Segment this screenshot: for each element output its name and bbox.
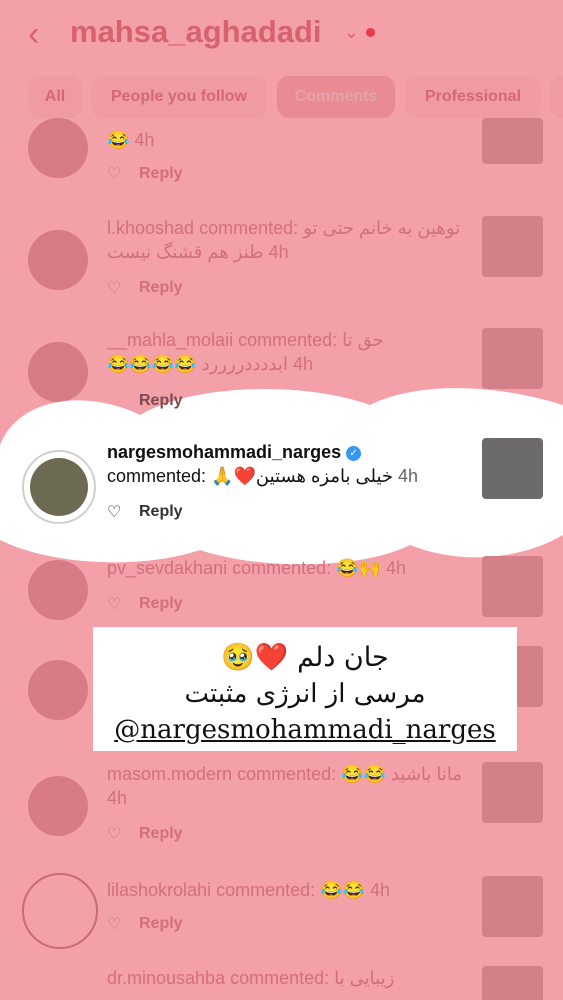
reply-button[interactable]: Reply xyxy=(139,503,183,521)
verified-badge-icon: ✓ xyxy=(346,445,362,461)
comment-username[interactable]: __mahla_molaii xyxy=(107,330,233,350)
comment-body: زیبایی با xyxy=(334,968,395,988)
filter-tabs: All People you follow Comments Professio… xyxy=(0,76,563,118)
comment-time: 4h xyxy=(292,354,313,374)
notification-dot xyxy=(366,28,375,37)
reply-button[interactable]: Reply xyxy=(139,392,183,410)
avatar[interactable] xyxy=(28,560,88,620)
comment-verb: commented: xyxy=(232,558,332,578)
post-thumbnail[interactable] xyxy=(482,762,543,823)
dropdown-chevron-icon[interactable]: ⌄ xyxy=(344,22,359,43)
comment-username[interactable]: dr.minousahba xyxy=(107,968,225,988)
heart-icon[interactable]: ♡ xyxy=(107,824,121,844)
tab-people-you-follow[interactable]: People you follow xyxy=(91,76,267,118)
avatar[interactable] xyxy=(28,118,88,178)
heart-icon[interactable]: ♡ xyxy=(107,914,121,934)
notifications-screen: ‹ mahsa_aghadadi ⌄ All People you follow… xyxy=(0,0,563,1000)
comment-body: خیلی بامزه هستین❤️🙏 xyxy=(211,466,394,486)
comment-verb: commented: xyxy=(199,218,299,238)
avatar[interactable] xyxy=(28,660,88,720)
comment-time: 4h xyxy=(268,242,289,262)
comment-username[interactable]: l.khooshad xyxy=(107,218,194,238)
reply-button[interactable]: Reply xyxy=(139,595,183,613)
comment-time: 4h xyxy=(386,558,407,578)
comment-verb: commented: xyxy=(107,466,207,486)
avatar-image xyxy=(30,458,88,516)
heart-icon[interactable]: ♡ xyxy=(107,594,121,614)
comment-text: 😂 4h xyxy=(107,130,155,150)
post-thumbnail[interactable] xyxy=(482,328,543,389)
post-thumbnail[interactable] xyxy=(482,216,543,277)
header: ‹ mahsa_aghadadi ⌄ xyxy=(0,0,563,70)
heart-icon[interactable]: ♡ xyxy=(107,502,121,522)
reply-button[interactable]: Reply xyxy=(139,279,183,297)
caption-line-1: جان دلم ❤️🥹 xyxy=(221,642,389,673)
heart-icon[interactable]: ♡ xyxy=(107,278,121,298)
reply-button[interactable]: Reply xyxy=(139,165,183,183)
comment-time: 4h xyxy=(107,788,128,808)
comment-username[interactable]: pv_sevdakhani xyxy=(107,558,227,578)
comment-text: pv_sevdakhani commented: 😂🙌 4h xyxy=(107,556,467,580)
heart-icon[interactable]: ♡ xyxy=(107,164,121,184)
avatar[interactable] xyxy=(28,776,88,836)
comment-verb: commented: xyxy=(216,880,316,900)
tab-more[interactable] xyxy=(550,76,563,118)
back-chevron-icon[interactable]: ‹ xyxy=(28,14,68,54)
tab-all[interactable]: All xyxy=(28,76,82,118)
reply-button[interactable]: Reply xyxy=(139,915,183,933)
comment-username[interactable]: nargesmohammadi_narges xyxy=(107,442,341,462)
post-thumbnail[interactable] xyxy=(482,966,543,1000)
reply-button[interactable]: Reply xyxy=(139,825,183,843)
comment-text: lilashokrolahi commented: 😂😂 4h xyxy=(107,878,467,902)
comment-text: masom.modern commented: مانا باشید 😂😂 4h xyxy=(107,762,467,810)
profile-username[interactable]: mahsa_aghadadi xyxy=(70,14,322,50)
comment-time: 4h xyxy=(398,466,419,486)
comment-body: 😂🙌 xyxy=(336,558,381,578)
comment-time: 4h xyxy=(369,880,391,900)
comment-username[interactable]: lilashokrolahi xyxy=(107,880,211,900)
avatar[interactable] xyxy=(22,450,96,524)
post-thumbnail[interactable] xyxy=(482,876,543,937)
comment-text: dr.minousahba commented: زیبایی با xyxy=(107,966,467,990)
caption-line-2: مرسی از انرژی مثبتت xyxy=(184,679,426,709)
story-caption-banner: جان دلم ❤️🥹 مرسی از انرژی مثبتت @nargesm… xyxy=(93,627,517,751)
avatar[interactable] xyxy=(28,230,88,290)
tab-comments[interactable]: Comments xyxy=(277,76,395,118)
comment-verb: commented: xyxy=(230,968,330,988)
post-thumbnail[interactable] xyxy=(482,438,543,499)
comment-text: nargesmohammadi_narges ✓ commented: خیلی… xyxy=(107,440,467,488)
post-thumbnail[interactable] xyxy=(482,556,543,617)
caption-mention[interactable]: @nargesmohammadi_narges xyxy=(93,715,517,745)
watermark-logo xyxy=(22,873,98,949)
post-thumbnail[interactable] xyxy=(482,118,543,164)
comment-text: l.khooshad commented: توهین به خانم حتی … xyxy=(107,216,467,264)
comment-body: 😂😂 xyxy=(320,880,365,900)
comment-username[interactable]: masom.modern xyxy=(107,764,232,784)
comment-text: __mahla_molaii commented: حق تا ابددددرر… xyxy=(107,328,467,376)
comment-body: مانا باشید 😂😂 xyxy=(341,764,463,784)
comment-verb: commented: xyxy=(238,330,338,350)
comment-verb: commented: xyxy=(237,764,337,784)
tab-professional[interactable]: Professional xyxy=(405,76,541,118)
